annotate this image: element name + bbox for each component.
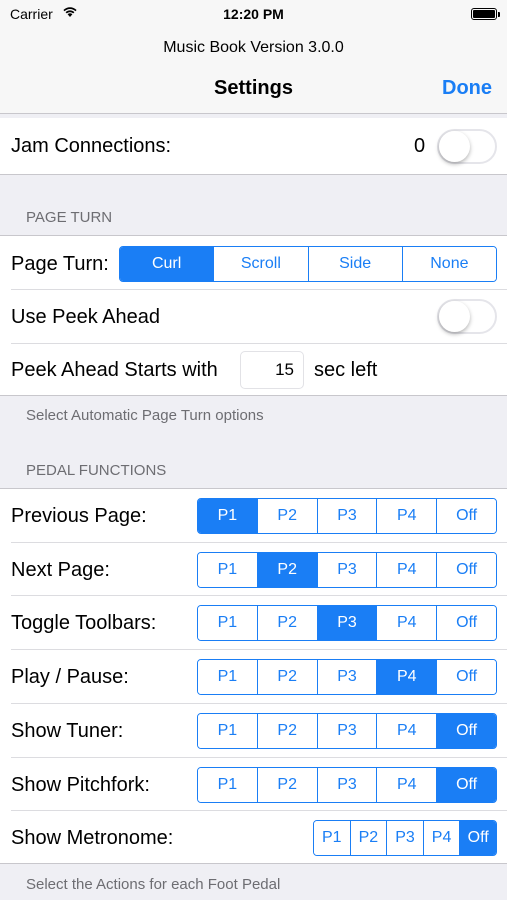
pedal-option-p3[interactable]: P3 (316, 660, 377, 695)
pedal-option-p2[interactable]: P2 (256, 767, 317, 802)
pedal-option-p1[interactable]: P1 (198, 499, 257, 533)
status-bar: Carrier 12:20 PM (0, 0, 507, 28)
done-button[interactable]: Done (442, 77, 492, 100)
pedal-option-p4[interactable]: P4 (376, 713, 437, 748)
page-turn-option-curl[interactable]: Curl (120, 247, 214, 281)
page-turn-section-header: PAGE TURN (26, 209, 113, 226)
pedal-option-p3[interactable]: P3 (316, 767, 377, 802)
page-turn-option-none[interactable]: None (401, 247, 496, 281)
pedal-option-p1[interactable]: P1 (198, 713, 257, 748)
pedal-option-off[interactable]: Off (436, 552, 496, 587)
pedal-option-p2[interactable]: P2 (256, 499, 317, 533)
pedal-option-p4[interactable]: P4 (376, 552, 437, 587)
pedal-functions-footer: Select the Actions for each Foot Pedal (26, 876, 281, 893)
page-turn-label: Page Turn: (11, 253, 109, 275)
jam-connections-switch[interactable] (437, 129, 497, 164)
pedal-segmented-control-show-pitchfork: P1 P2 P3 P4 Off (197, 766, 497, 803)
peek-ahead-starts-label: Peek Ahead Starts with (11, 359, 218, 381)
peek-seconds-input[interactable]: 15 (240, 351, 304, 389)
pedal-option-off[interactable]: Off (459, 821, 496, 856)
pedal-segmented-control-toggle-toolbars: P1 P2 P3 P4 Off (197, 605, 497, 642)
pedal-segmented-control-show-tuner: P1 P2 P3 P4 Off (197, 712, 497, 749)
pedal-row-label-show-metronome: Show Metronome: (11, 827, 174, 850)
divider (11, 289, 507, 290)
page-turn-option-side[interactable]: Side (307, 247, 402, 281)
pedal-segmented-control-show-metronome: P1 P2 P3 P4 Off (313, 820, 497, 857)
pedal-option-p2[interactable]: P2 (256, 552, 317, 587)
pedal-option-p4[interactable]: P4 (376, 767, 437, 802)
pedal-functions-group: Previous Page: P1 P2 P3 P4 Off Next Page: P1 P2 P… (0, 488, 507, 864)
pedal-option-p1[interactable]: P1 (198, 660, 257, 695)
pedal-functions-section-header: PEDAL FUNCTIONS (26, 462, 167, 479)
jam-connections-count: 0 (414, 135, 426, 157)
pedal-option-off[interactable]: Off (436, 767, 496, 802)
switch-knob (439, 131, 470, 162)
page-turn-footer: Select Automatic Page Turn options (26, 407, 264, 424)
jam-connections-label: Jam Connections: (11, 135, 172, 157)
pedal-option-off[interactable]: Off (436, 499, 496, 533)
divider (11, 343, 507, 344)
pedal-option-p2[interactable]: P2 (256, 713, 317, 748)
pedal-option-off[interactable]: Off (436, 606, 496, 641)
pedal-segmented-control-play-pause: P1 P2 P3 P4 Off (197, 659, 497, 696)
page-turn-group: Page Turn: Curl Scroll Side None Use Pee… (0, 235, 507, 396)
divider (11, 541, 507, 543)
divider (11, 756, 507, 758)
pedal-option-off[interactable]: Off (436, 713, 496, 748)
pedal-option-off[interactable]: Off (436, 660, 496, 695)
status-time: 12:20 PM (223, 6, 284, 22)
pedal-option-p3[interactable]: P3 (316, 606, 377, 641)
pedal-option-p3[interactable]: P3 (316, 713, 377, 748)
page-turn-segmented-control: Curl Scroll Side None (119, 246, 497, 282)
pedal-segmented-control-next-page: P1 P2 P3 P4 Off (197, 551, 497, 588)
pedal-option-p4[interactable]: P4 (422, 821, 460, 856)
pedal-segmented-control-previous-page: P1 P2 P3 P4 Off (197, 498, 497, 534)
pedal-option-p4[interactable]: P4 (376, 660, 437, 695)
jam-connections-cell: Jam Connections: 0 (0, 118, 507, 175)
pedal-row-label-show-tuner: Show Tuner: (11, 719, 124, 742)
pedal-option-p4[interactable]: P4 (376, 606, 437, 641)
page-title: Settings (214, 77, 293, 99)
pedal-option-p1[interactable]: P1 (198, 552, 257, 587)
battery-icon (471, 8, 500, 20)
pedal-row-label-next-page: Next Page: (11, 558, 110, 581)
app-version-title: Music Book Version 3.0.0 (163, 39, 344, 56)
pedal-row-label-play-pause: Play / Pause: (11, 666, 129, 689)
pedal-row-label-previous-page: Previous Page: (11, 505, 147, 527)
pedal-option-p2[interactable]: P2 (256, 606, 317, 641)
divider (11, 595, 507, 597)
pedal-row-label-show-pitchfork: Show Pitchfork: (11, 773, 150, 796)
pedal-row-label-toggle-toolbars: Toggle Toolbars: (11, 612, 157, 635)
divider (11, 702, 507, 704)
pedal-option-p3[interactable]: P3 (316, 552, 377, 587)
pedal-option-p1[interactable]: P1 (198, 767, 257, 802)
pedal-option-p2[interactable]: P2 (349, 821, 387, 856)
divider (11, 649, 507, 651)
divider (11, 810, 507, 812)
use-peek-ahead-label: Use Peek Ahead (11, 306, 160, 328)
pedal-option-p1[interactable]: P1 (314, 821, 350, 856)
pedal-option-p4[interactable]: P4 (376, 499, 437, 533)
pedal-option-p1[interactable]: P1 (198, 606, 257, 641)
navigation-bar: Music Book Version 3.0.0 Settings Done (0, 28, 507, 114)
switch-knob (439, 301, 470, 332)
pedal-option-p2[interactable]: P2 (256, 660, 317, 695)
pedal-option-p3[interactable]: P3 (386, 821, 423, 856)
page-turn-option-scroll[interactable]: Scroll (213, 247, 308, 281)
peek-seconds-suffix: sec left (314, 359, 378, 381)
pedal-option-p3[interactable]: P3 (316, 499, 377, 533)
peek-ahead-switch[interactable] (437, 299, 497, 334)
